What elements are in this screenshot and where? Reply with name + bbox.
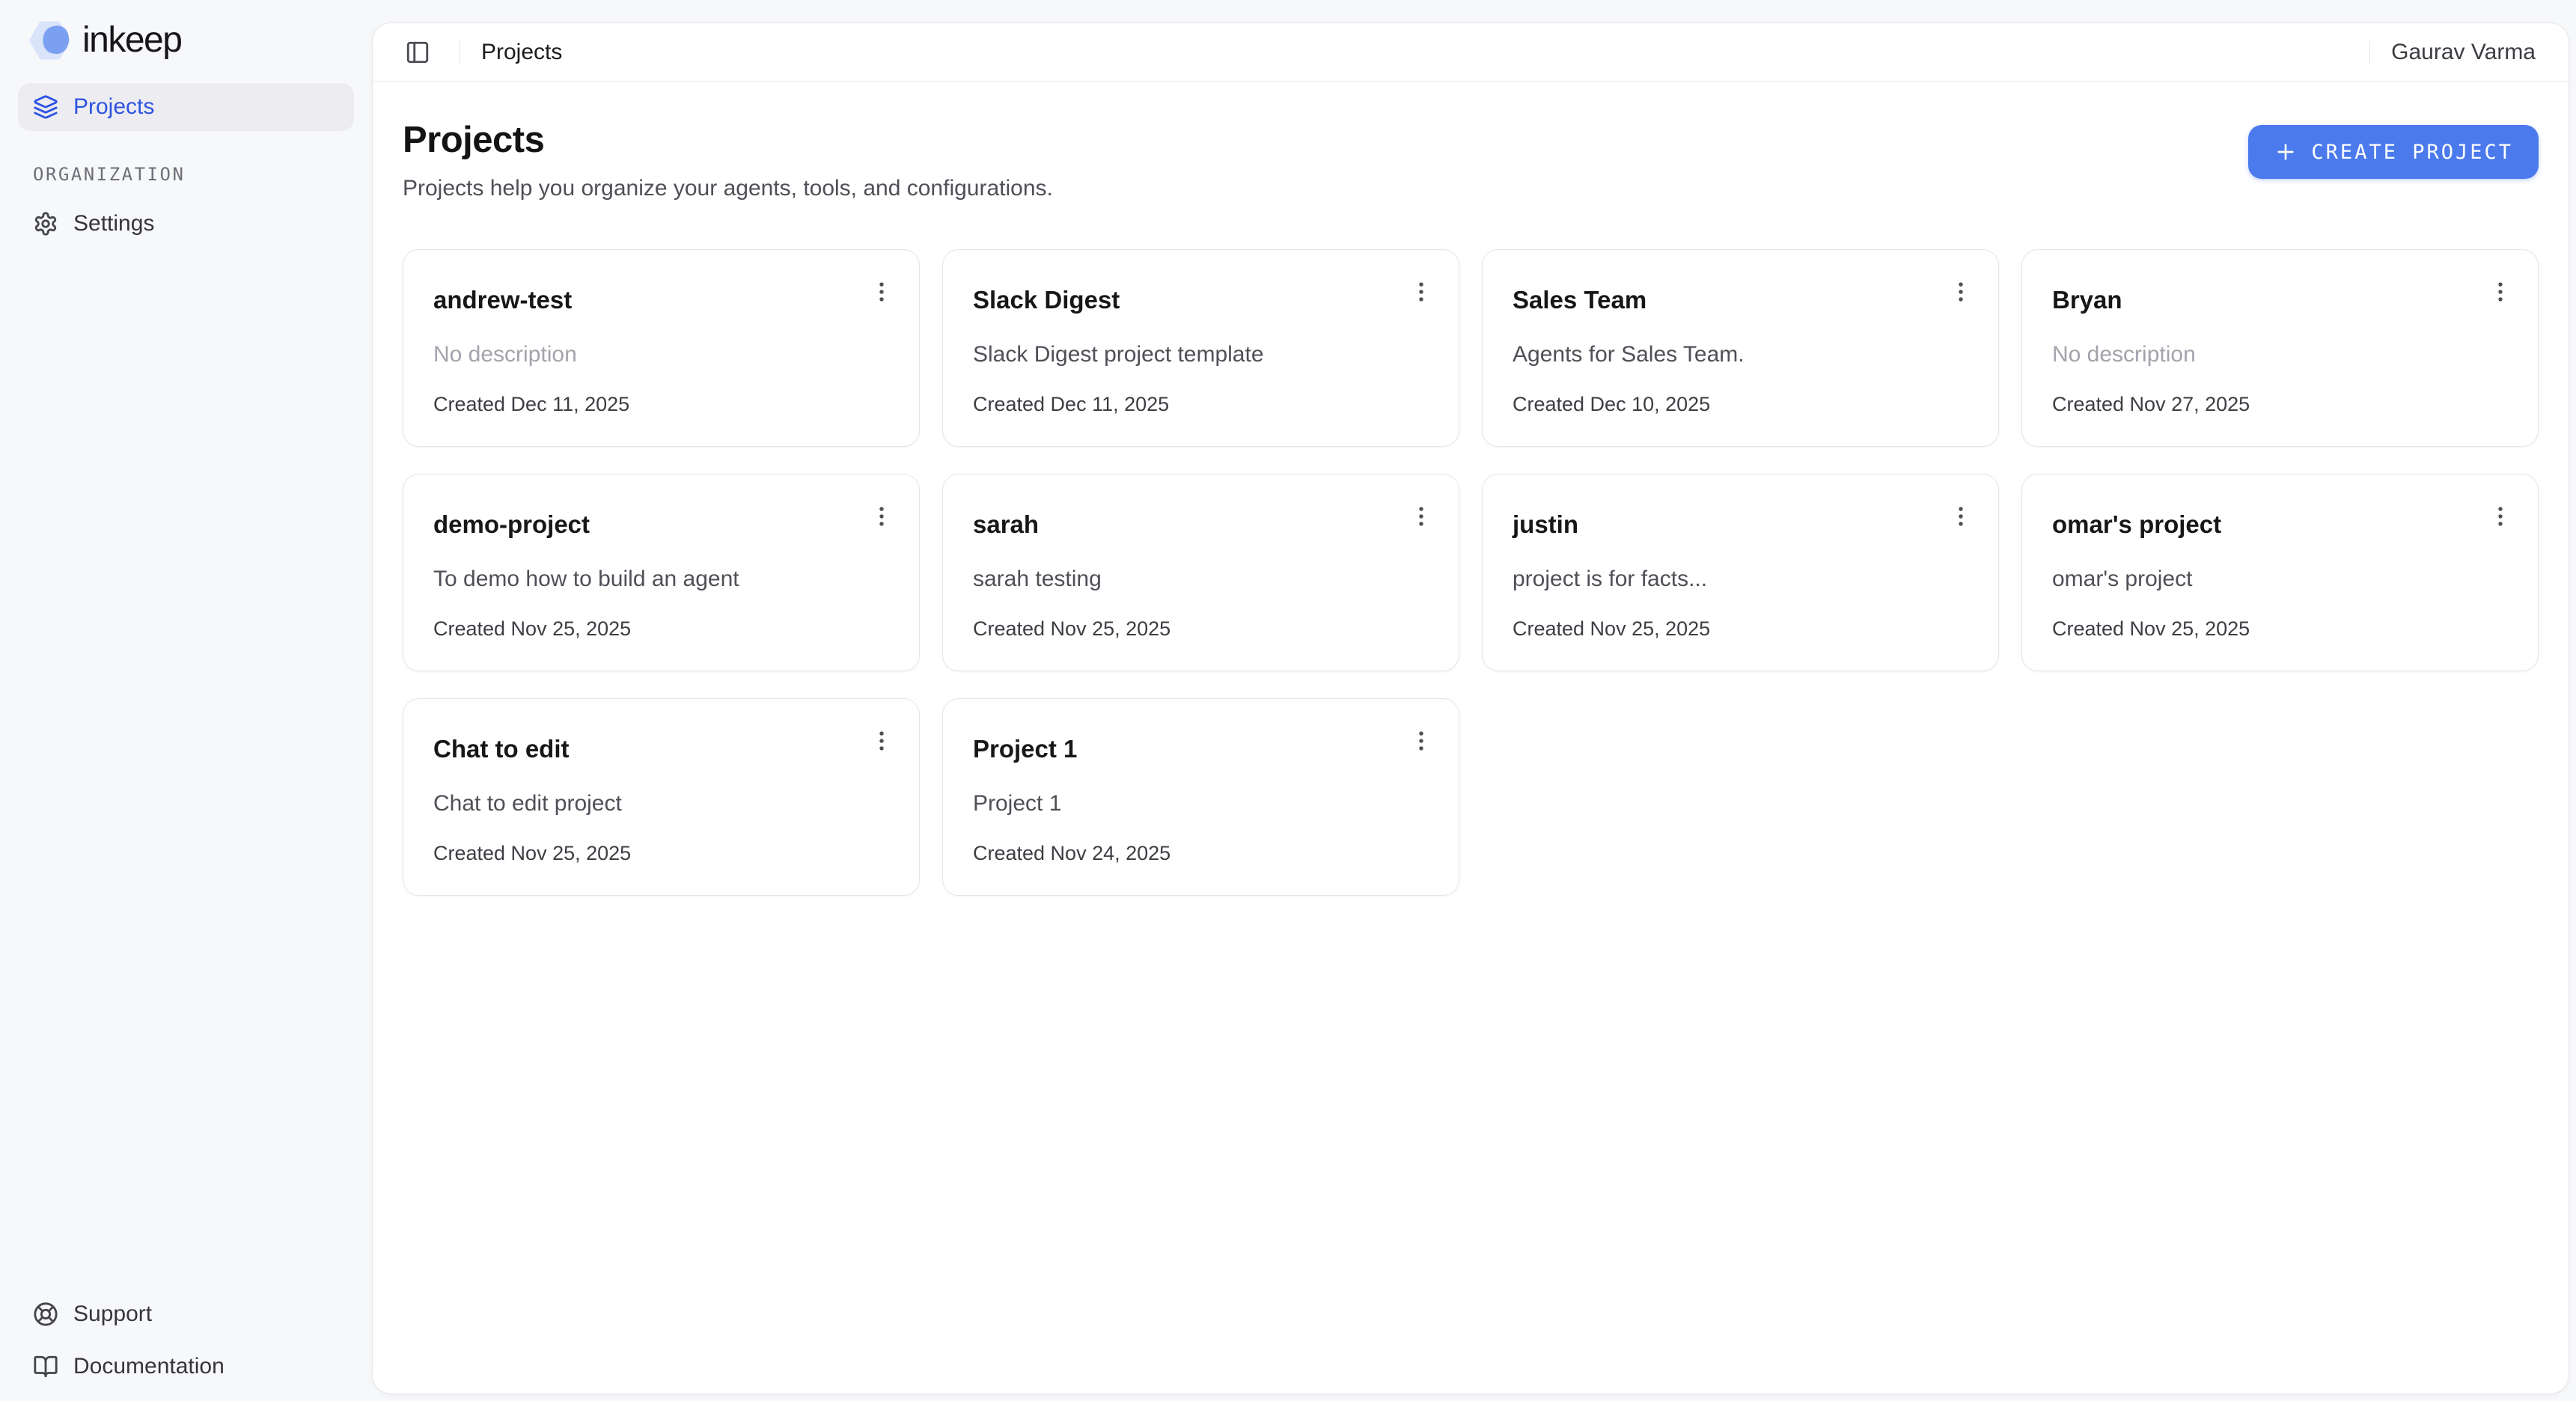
brand-logo[interactable]: inkeep xyxy=(18,15,354,65)
app-root: inkeep Projects ORGANIZATION Settings xyxy=(0,0,2576,1401)
project-menu-button[interactable] xyxy=(2479,271,2521,313)
project-created-date: Created Nov 27, 2025 xyxy=(2052,392,2508,416)
project-created-date: Created Dec 10, 2025 xyxy=(1513,392,1968,416)
sidebar-nav: Projects ORGANIZATION Settings xyxy=(18,83,354,248)
sidebar-item-documentation[interactable]: Documentation xyxy=(18,1343,354,1391)
kebab-icon xyxy=(869,504,894,529)
project-menu-button[interactable] xyxy=(2479,495,2521,537)
project-description: Slack Digest project template xyxy=(973,341,1429,368)
user-menu[interactable]: Gaurav Varma xyxy=(2391,40,2536,65)
kebab-icon xyxy=(1408,504,1434,529)
project-description: No description xyxy=(433,341,889,368)
layers-icon xyxy=(33,94,58,120)
project-created-date: Created Nov 24, 2025 xyxy=(973,841,1429,865)
project-created-date: Created Nov 25, 2025 xyxy=(2052,617,2508,641)
project-menu-button[interactable] xyxy=(1940,495,1982,537)
project-created-date: Created Dec 11, 2025 xyxy=(433,392,889,416)
page-subtitle: Projects help you organize your agents, … xyxy=(403,176,1053,201)
project-card[interactable]: Chat to edit Chat to edit project Create… xyxy=(403,698,920,896)
kebab-icon xyxy=(869,279,894,305)
project-card[interactable]: sarah sarah testing Created Nov 25, 2025 xyxy=(942,474,1459,671)
project-name: Project 1 xyxy=(973,735,1429,763)
project-card[interactable]: Slack Digest Slack Digest project templa… xyxy=(942,249,1459,447)
kebab-icon xyxy=(2488,504,2513,529)
project-description: Project 1 xyxy=(973,790,1429,817)
sidebar-item-label: Support xyxy=(73,1301,152,1327)
book-open-icon xyxy=(33,1354,58,1379)
project-name: demo-project xyxy=(433,510,889,539)
sidebar-toggle-button[interactable] xyxy=(397,31,439,73)
kebab-icon xyxy=(1948,279,1974,305)
page-title: Projects xyxy=(403,119,1053,161)
sidebar-item-settings[interactable]: Settings xyxy=(18,200,354,248)
project-created-date: Created Dec 11, 2025 xyxy=(973,392,1429,416)
header-divider xyxy=(2369,40,2370,64)
project-menu-button[interactable] xyxy=(861,271,903,313)
sidebar-item-projects[interactable]: Projects xyxy=(18,83,354,131)
sidebar-section-organization: ORGANIZATION xyxy=(18,164,354,185)
create-project-button[interactable]: CREATE PROJECT xyxy=(2248,125,2539,179)
sidebar-item-support[interactable]: Support xyxy=(18,1290,354,1338)
projects-grid: andrew-test No description Created Dec 1… xyxy=(403,249,2539,896)
project-name: Bryan xyxy=(2052,286,2508,314)
project-menu-button[interactable] xyxy=(1400,271,1442,313)
breadcrumb: Projects xyxy=(481,40,562,65)
sidebar-footer: Support Documentation xyxy=(18,1290,354,1391)
project-description: sarah testing xyxy=(973,566,1429,593)
project-description: omar's project xyxy=(2052,566,2508,593)
panel-left-icon xyxy=(405,40,430,65)
sidebar-item-label: Projects xyxy=(73,94,154,120)
project-description: project is for facts... xyxy=(1513,566,1968,593)
life-buoy-icon xyxy=(33,1301,58,1327)
page-header-text: Projects Projects help you organize your… xyxy=(403,119,1053,201)
project-created-date: Created Nov 25, 2025 xyxy=(1513,617,1968,641)
project-card[interactable]: omar's project omar's project Created No… xyxy=(2021,474,2539,671)
project-card[interactable]: demo-project To demo how to build an age… xyxy=(403,474,920,671)
project-card[interactable]: andrew-test No description Created Dec 1… xyxy=(403,249,920,447)
project-card[interactable]: Sales Team Agents for Sales Team. Create… xyxy=(1482,249,1999,447)
project-name: Sales Team xyxy=(1513,286,1968,314)
gear-icon xyxy=(33,211,58,236)
project-menu-button[interactable] xyxy=(1940,271,1982,313)
project-menu-button[interactable] xyxy=(861,495,903,537)
page-header: Projects Projects help you organize your… xyxy=(403,119,2539,201)
brand-name: inkeep xyxy=(82,19,181,61)
sidebar-item-label: Settings xyxy=(73,211,154,236)
project-menu-button[interactable] xyxy=(861,720,903,762)
kebab-icon xyxy=(1948,504,1974,529)
main-panel: Projects Gaurav Varma Projects Projects … xyxy=(372,22,2569,1394)
project-description: To demo how to build an agent xyxy=(433,566,889,593)
kebab-icon xyxy=(869,728,894,754)
kebab-icon xyxy=(1408,728,1434,754)
plus-icon xyxy=(2274,140,2298,164)
project-description: Agents for Sales Team. xyxy=(1513,341,1968,368)
project-menu-button[interactable] xyxy=(1400,720,1442,762)
topbar: Projects Gaurav Varma xyxy=(373,23,2569,82)
project-created-date: Created Nov 25, 2025 xyxy=(433,617,889,641)
project-name: sarah xyxy=(973,510,1429,539)
sidebar: inkeep Projects ORGANIZATION Settings xyxy=(0,0,372,1401)
project-card[interactable]: Project 1 Project 1 Created Nov 24, 2025 xyxy=(942,698,1459,896)
project-name: andrew-test xyxy=(433,286,889,314)
create-project-label: CREATE PROJECT xyxy=(2311,141,2513,164)
project-created-date: Created Nov 25, 2025 xyxy=(973,617,1429,641)
sidebar-item-label: Documentation xyxy=(73,1354,225,1379)
project-name: omar's project xyxy=(2052,510,2508,539)
project-card[interactable]: Bryan No description Created Nov 27, 202… xyxy=(2021,249,2539,447)
project-created-date: Created Nov 25, 2025 xyxy=(433,841,889,865)
project-name: Chat to edit xyxy=(433,735,889,763)
inkeep-logo-icon xyxy=(28,20,73,61)
project-name: Slack Digest xyxy=(973,286,1429,314)
kebab-icon xyxy=(2488,279,2513,305)
page-content: Projects Projects help you organize your… xyxy=(373,82,2569,1394)
kebab-icon xyxy=(1408,279,1434,305)
project-description: No description xyxy=(2052,341,2508,368)
project-menu-button[interactable] xyxy=(1400,495,1442,537)
project-card[interactable]: justin project is for facts... Created N… xyxy=(1482,474,1999,671)
project-name: justin xyxy=(1513,510,1968,539)
project-description: Chat to edit project xyxy=(433,790,889,817)
